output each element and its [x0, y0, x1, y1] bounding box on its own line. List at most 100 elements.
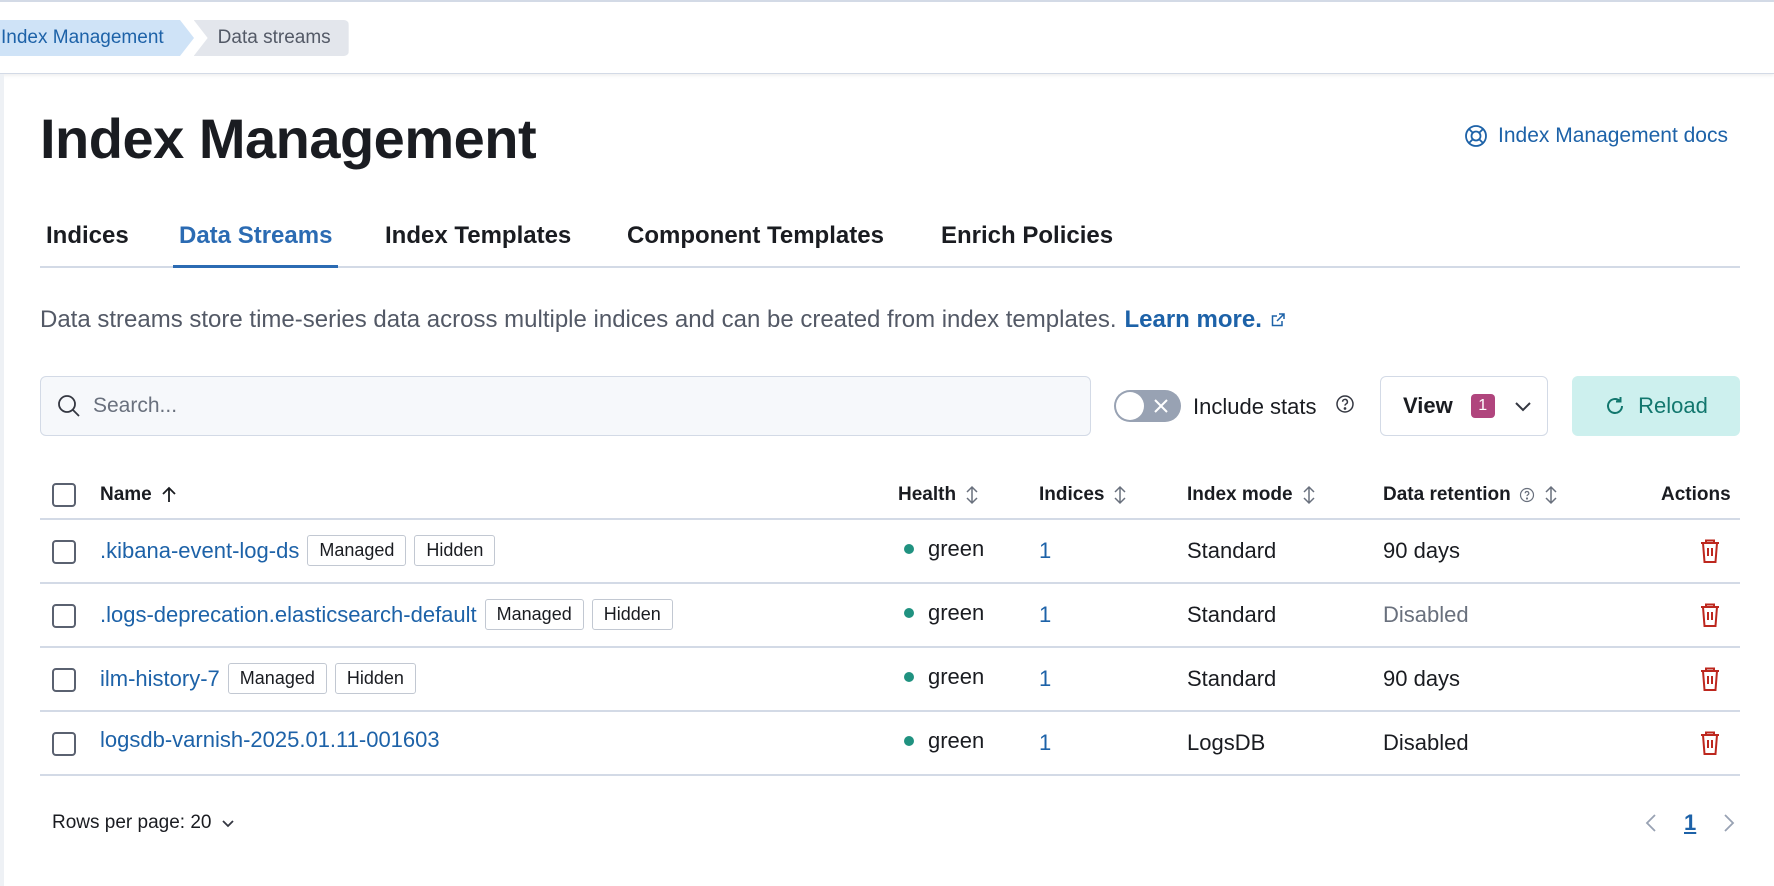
indices-link[interactable]: 1 [1039, 666, 1051, 692]
tab-indices[interactable]: Indices [40, 222, 135, 268]
select-all-checkbox[interactable] [52, 483, 76, 507]
managed-badge: Managed [227, 663, 327, 694]
data-retention-value: 90 days [1383, 666, 1461, 691]
top-header-bar: Index Management Data streams [0, 0, 1774, 74]
lifebuoy-icon [1465, 125, 1487, 147]
toggle-knob [1116, 392, 1144, 420]
indices-link[interactable]: 1 [1039, 538, 1051, 564]
help-icon[interactable] [1519, 487, 1535, 503]
health-cell: green [904, 728, 984, 754]
index-mode-value: LogsDB [1187, 730, 1266, 755]
hidden-badge: Hidden [591, 599, 673, 630]
breadcrumb: Index Management Data streams [0, 20, 349, 56]
column-header-data-retention[interactable]: Data retention [1383, 484, 1559, 506]
indices-link[interactable]: 1 [1039, 602, 1051, 628]
data-stream-link[interactable]: .logs-deprecation.elasticsearch-default [100, 602, 477, 628]
row-checkbox[interactable] [52, 732, 76, 756]
column-index-mode-label: Index mode [1187, 484, 1293, 505]
pagination: 1 [1644, 810, 1736, 836]
include-stats-toggle[interactable] [1114, 390, 1181, 422]
column-name-label: Name [100, 484, 152, 505]
column-health-label: Health [898, 484, 957, 505]
row-checkbox[interactable] [52, 540, 76, 564]
data-stream-link[interactable]: logsdb-varnish-2025.01.11-001603 [100, 727, 440, 753]
index-mode-value: Standard [1187, 602, 1277, 627]
row-checkbox[interactable] [52, 668, 76, 692]
tab-bar: Indices Data Streams Index Templates Com… [40, 214, 1740, 268]
description: Data streams store time-series data acro… [40, 306, 1286, 334]
health-cell: green [904, 536, 984, 562]
reload-button[interactable]: Reload [1572, 376, 1740, 436]
column-header-index-mode[interactable]: Index mode [1187, 484, 1317, 506]
column-indices-label: Indices [1039, 484, 1105, 505]
search-input[interactable] [93, 394, 993, 418]
health-dot-icon [904, 736, 914, 746]
managed-badge: Managed [307, 535, 407, 566]
managed-badge: Managed [484, 599, 584, 630]
description-text: Data streams store time-series data acro… [40, 306, 1117, 333]
data-stream-link[interactable]: ilm-history-7 [100, 666, 220, 692]
table-header: Name Health Indices Index mode Data rete… [40, 470, 1740, 520]
table-row: logsdb-varnish-2025.01.11-001603 green 1… [40, 712, 1740, 776]
chevron-left-icon[interactable] [1644, 812, 1658, 834]
health-cell: green [904, 600, 984, 626]
health-cell: green [904, 664, 984, 690]
name-cell: logsdb-varnish-2025.01.11-001603 [100, 727, 440, 753]
breadcrumb-index-management[interactable]: Index Management [0, 20, 194, 56]
data-retention-value: 90 days [1383, 538, 1461, 563]
health-value: green [928, 728, 985, 753]
rows-per-page-selector[interactable]: Rows per page: 20 [52, 812, 236, 834]
help-icon[interactable] [1335, 394, 1355, 414]
rows-per-page-label: Rows per page: 20 [52, 812, 212, 833]
page-title: Index Management [40, 107, 537, 170]
breadcrumb-data-streams: Data streams [193, 20, 349, 56]
data-retention-value: Disabled [1383, 730, 1469, 755]
trash-icon[interactable] [1697, 538, 1723, 564]
health-value: green [928, 664, 985, 689]
column-header-indices[interactable]: Indices [1039, 484, 1128, 506]
row-checkbox[interactable] [52, 604, 76, 628]
index-mode-value: Standard [1187, 666, 1277, 691]
tab-enrich-policies[interactable]: Enrich Policies [935, 222, 1119, 268]
sort-icon [966, 485, 978, 505]
search-field[interactable] [40, 376, 1091, 436]
table-row: .kibana-event-log-ds Managed Hidden gree… [40, 520, 1740, 584]
health-value: green [928, 536, 985, 561]
left-edge-divider [0, 74, 4, 886]
column-header-actions: Actions [1661, 484, 1731, 505]
column-data-retention-label: Data retention [1383, 484, 1511, 505]
chevron-right-icon[interactable] [1722, 812, 1736, 834]
column-header-health[interactable]: Health [898, 484, 980, 506]
refresh-icon [1607, 397, 1624, 414]
external-link-icon [1271, 313, 1285, 327]
data-streams-table: Name Health Indices Index mode Data rete… [40, 470, 1740, 776]
docs-link-label: Index Management docs [1498, 124, 1728, 147]
name-cell: .logs-deprecation.elasticsearch-default … [100, 599, 673, 630]
health-dot-icon [904, 672, 914, 682]
tab-index-templates[interactable]: Index Templates [379, 222, 577, 268]
trash-icon[interactable] [1697, 666, 1723, 692]
view-button[interactable]: View 1 [1380, 376, 1548, 436]
name-cell: .kibana-event-log-ds Managed Hidden [100, 535, 496, 566]
health-dot-icon [904, 544, 914, 554]
chevron-down-icon [1515, 402, 1531, 412]
page-number[interactable]: 1 [1684, 810, 1696, 836]
indices-link[interactable]: 1 [1039, 730, 1051, 756]
sort-icon [1303, 485, 1315, 505]
include-stats-label: Include stats [1193, 394, 1317, 419]
trash-icon[interactable] [1697, 602, 1723, 628]
docs-link[interactable]: Index Management docs [1464, 124, 1728, 148]
chevron-down-icon [221, 820, 234, 828]
sort-ascending-icon [162, 486, 176, 502]
tab-data-streams[interactable]: Data Streams [173, 222, 339, 268]
tab-component-templates[interactable]: Component Templates [621, 222, 890, 268]
hidden-badge: Hidden [334, 663, 416, 694]
search-icon [58, 395, 80, 417]
sort-icon [1545, 485, 1557, 505]
trash-icon[interactable] [1697, 730, 1723, 756]
data-stream-link[interactable]: .kibana-event-log-ds [100, 538, 299, 564]
column-header-name[interactable]: Name [100, 484, 178, 506]
learn-more-link[interactable]: Learn more. [1124, 306, 1285, 334]
name-cell: ilm-history-7 Managed Hidden [100, 663, 416, 694]
table-row: .logs-deprecation.elasticsearch-default … [40, 584, 1740, 648]
